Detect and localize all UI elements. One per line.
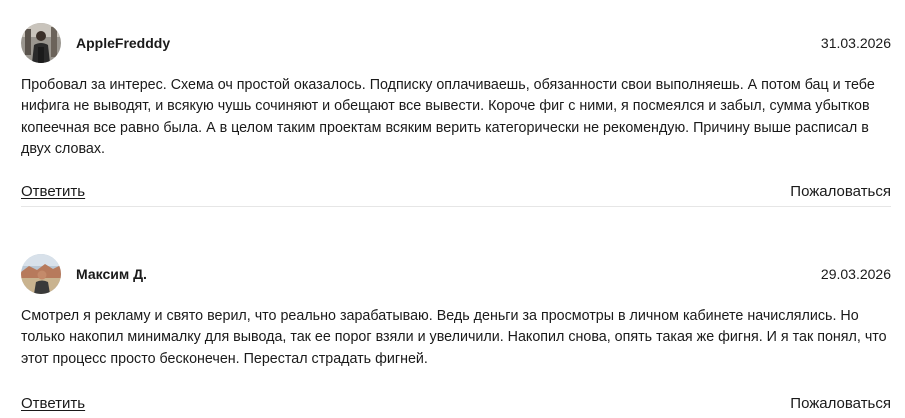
comment-divider bbox=[21, 206, 891, 207]
comment-item: AppleFredddy 31.03.2026 Пробовал за инте… bbox=[21, 23, 891, 200]
comment-date: 29.03.2026 bbox=[820, 266, 891, 282]
author-name: AppleFredddy bbox=[76, 35, 171, 51]
comment-text: Смотрел я рекламу и свято верил, что реа… bbox=[21, 308, 887, 367]
comment-header: AppleFredddy 31.03.2026 bbox=[21, 23, 891, 63]
report-link[interactable]: Пожаловаться bbox=[790, 183, 891, 200]
avatar bbox=[21, 254, 61, 294]
avatar bbox=[21, 23, 61, 63]
author-name: Максим Д. bbox=[76, 266, 147, 282]
comment-date: 31.03.2026 bbox=[820, 35, 891, 51]
comment-actions: Ответить Пожаловаться bbox=[21, 395, 891, 417]
report-link[interactable]: Пожаловаться bbox=[790, 395, 891, 412]
comment-text: Пробовал за интерес. Схема оч простой ок… bbox=[21, 77, 875, 157]
comment-actions: Ответить Пожаловаться bbox=[21, 183, 891, 205]
reply-link[interactable]: Ответить bbox=[21, 395, 85, 412]
comment-header: Максим Д. 29.03.2026 bbox=[21, 254, 891, 294]
comment-item: Максим Д. 29.03.2026 Смотрел я рекламу и… bbox=[21, 254, 891, 412]
reply-link[interactable]: Ответить bbox=[21, 183, 85, 200]
